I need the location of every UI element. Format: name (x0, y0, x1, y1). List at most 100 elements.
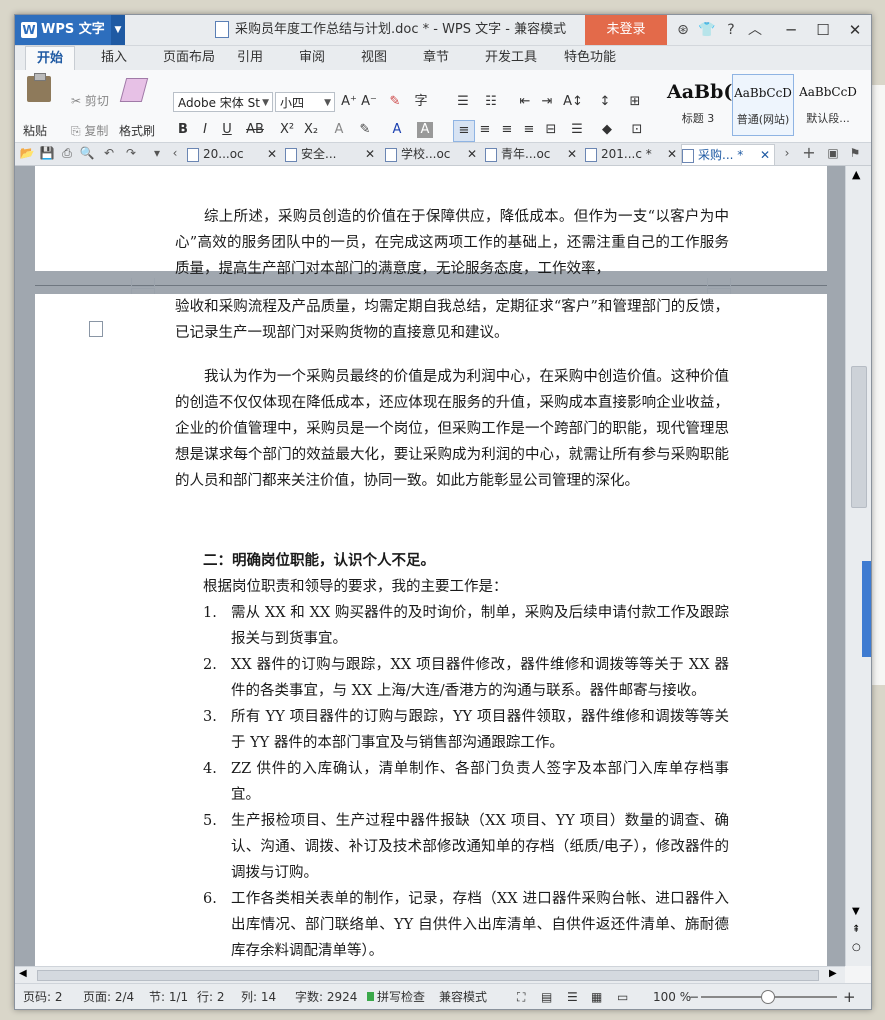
tab-view[interactable]: 视图 (349, 46, 399, 70)
char-shading-icon[interactable]: A (417, 122, 433, 138)
settings-icon[interactable]: ⊛ (671, 15, 695, 45)
doc-tab[interactable]: 青年...oc ✕ (485, 144, 581, 164)
font-size-select[interactable]: 小四 ▼ (275, 92, 335, 112)
close-icon[interactable]: ✕ (365, 144, 375, 164)
borders-icon[interactable]: ⊡ (627, 120, 647, 140)
scroll-thumb[interactable] (851, 366, 867, 508)
scroll-left-icon[interactable]: ◀ (19, 968, 27, 979)
style-default-paragraph[interactable]: AaBbCcD 默认段... (797, 74, 859, 136)
tab-menu-icon[interactable]: ⚑ (847, 145, 863, 161)
cut-button[interactable]: ✂ 剪切 (71, 92, 109, 109)
select-browse-icon[interactable]: ○ (852, 942, 861, 953)
phonetic-icon[interactable]: 字 (411, 92, 431, 112)
web-view-icon[interactable]: ▦ (591, 984, 602, 1009)
doc-tab[interactable]: 201...c * ✕ (585, 144, 681, 164)
outline-view-icon[interactable]: ☰ (567, 984, 578, 1009)
open-icon[interactable]: 📂 (19, 145, 35, 161)
close-icon[interactable]: ✕ (839, 15, 871, 45)
help-icon[interactable]: ? (719, 15, 743, 45)
tab-list-icon[interactable]: ▣ (825, 145, 841, 161)
align-center-icon[interactable]: ≡ (475, 120, 495, 140)
close-icon[interactable]: ✕ (467, 144, 477, 164)
tab-home[interactable]: 开始 (25, 46, 75, 71)
tab-chapter[interactable]: 章节 (411, 46, 461, 70)
justify-icon[interactable]: ≡ (519, 120, 539, 140)
login-button[interactable]: 未登录 (585, 15, 667, 45)
text-direction-icon[interactable]: A↕ (563, 92, 583, 112)
vertical-scrollbar[interactable]: ▲ ▼ ⇞ ○ (845, 166, 871, 966)
paragraph-layout-icon[interactable] (89, 321, 103, 337)
paste-button[interactable]: 粘贴 (23, 122, 47, 139)
new-tab-icon[interactable]: + (801, 145, 817, 161)
zoom-value[interactable]: 100 % (653, 984, 691, 1009)
font-color-icon[interactable]: A (387, 120, 407, 140)
numbering-icon[interactable]: ☷ (481, 92, 501, 112)
table-icon[interactable]: ⊞ (625, 92, 645, 112)
document-area[interactable]: 综上所述，采购员创造的价值在于保障供应，降低成本。但作为一支“以客户为中心”高效… (15, 166, 845, 966)
copy-button[interactable]: ⎘ 复制 (71, 122, 108, 139)
horizontal-scrollbar[interactable]: ◀ ▶ (15, 966, 845, 983)
close-icon[interactable]: ✕ (567, 144, 577, 164)
minimize-icon[interactable]: ─ (775, 15, 807, 45)
strikethrough-icon[interactable]: AB (245, 120, 265, 140)
italic-icon[interactable]: I (195, 120, 215, 140)
reading-view-icon[interactable]: ▭ (617, 984, 628, 1009)
prev-page-icon[interactable]: ⇞ (852, 924, 860, 935)
subscript-icon[interactable]: X₂ (301, 120, 321, 140)
grow-font-icon[interactable]: A⁺ (339, 92, 359, 112)
clear-format-icon[interactable]: ✎ (385, 92, 405, 112)
app-menu-button[interactable]: W WPS 文字 ▼ (15, 15, 125, 45)
align-left-icon[interactable]: ≡ (453, 120, 475, 142)
print-icon[interactable]: ⎙ (59, 145, 75, 161)
increase-indent-icon[interactable]: ⇥ (537, 92, 557, 112)
chevron-down-icon[interactable]: ▼ (111, 15, 125, 45)
line-spacing-icon[interactable]: ☰ (567, 120, 587, 140)
tab-references[interactable]: 引用 (225, 46, 275, 70)
tab-features[interactable]: 特色功能 (549, 46, 631, 70)
scroll-right-icon[interactable]: ▶ (829, 968, 837, 979)
page-view-icon[interactable]: ▤ (541, 984, 552, 1009)
decrease-indent-icon[interactable]: ⇤ (515, 92, 535, 112)
close-icon[interactable]: ✕ (760, 145, 770, 165)
distribute-icon[interactable]: ⊟ (541, 120, 561, 140)
scroll-up-icon[interactable]: ▲ (852, 168, 860, 181)
redo-icon[interactable]: ↷ (123, 145, 139, 161)
superscript-icon[interactable]: X² (277, 120, 297, 140)
scroll-down-icon[interactable]: ▼ (852, 906, 860, 917)
format-painter-icon[interactable] (119, 78, 149, 102)
text-effect-icon[interactable]: A (329, 120, 349, 140)
spell-check-toggle[interactable]: 拼写检查 (367, 984, 425, 1009)
tab-scroll-right-icon[interactable]: › (779, 145, 795, 161)
doc-tab-active[interactable]: 采购... * ✕ (681, 144, 775, 165)
tab-developer[interactable]: 开发工具 (471, 46, 551, 70)
customize-icon[interactable]: ▾ (149, 145, 165, 161)
bold-icon[interactable]: B (173, 120, 193, 140)
shading-icon[interactable]: ◆ (597, 120, 617, 140)
align-right-icon[interactable]: ≡ (497, 120, 517, 140)
zoom-out-icon[interactable]: − (689, 984, 699, 1009)
fullscreen-icon[interactable]: ⛶ (517, 984, 525, 1009)
print-preview-icon[interactable]: 🔍 (79, 145, 95, 161)
save-icon[interactable]: 💾 (39, 145, 55, 161)
style-normal-web[interactable]: AaBbCcD 普通(网站) (732, 74, 794, 136)
close-icon[interactable]: ✕ (267, 144, 277, 164)
shrink-font-icon[interactable]: A⁻ (359, 92, 379, 112)
side-panel-toggle[interactable] (862, 561, 871, 657)
tab-review[interactable]: 审阅 (287, 46, 337, 70)
doc-tab[interactable]: 学校...oc ✕ (385, 144, 481, 164)
skin-icon[interactable]: 👕 (695, 15, 719, 45)
style-heading3[interactable]: AaBb( 标题 3 (667, 74, 732, 136)
maximize-icon[interactable]: ☐ (807, 15, 839, 45)
underline-icon[interactable]: U (217, 120, 237, 140)
close-icon[interactable]: ✕ (667, 144, 677, 164)
highlight-icon[interactable]: ✎ (355, 120, 375, 140)
format-painter-button[interactable]: 格式刷 (119, 122, 155, 139)
sort-icon[interactable]: ↕ (595, 92, 615, 112)
doc-tab[interactable]: 安全... ✕ (285, 144, 379, 164)
font-name-select[interactable]: Adobe 宋体 St ▼ (173, 92, 273, 112)
tab-scroll-left-icon[interactable]: ‹ (167, 145, 183, 161)
tab-page-layout[interactable]: 页面布局 (149, 46, 229, 70)
h-scroll-thumb[interactable] (37, 970, 819, 981)
doc-tab[interactable]: 20...oc ✕ (187, 144, 281, 164)
zoom-in-icon[interactable]: + (843, 984, 856, 1009)
